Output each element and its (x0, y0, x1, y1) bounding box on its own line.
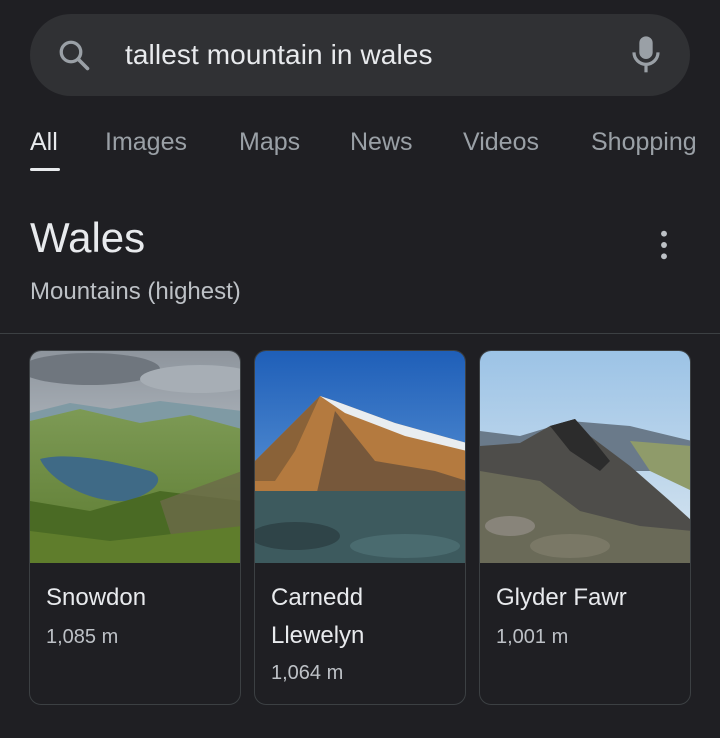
tab-active-indicator (30, 168, 60, 171)
divider (0, 333, 720, 334)
tab-videos[interactable]: Videos (463, 128, 539, 157)
mountain-name: Glyder Fawr (496, 584, 627, 611)
carnedd-llewelyn-image (255, 351, 465, 563)
search-bar[interactable]: tallest mountain in wales (30, 14, 690, 96)
search-icon[interactable] (56, 37, 92, 73)
tab-images[interactable]: Images (105, 128, 187, 157)
mic-icon[interactable] (630, 35, 662, 75)
search-tabs: All Images Maps News Videos Shopping (0, 120, 720, 180)
entity-title: Wales (30, 214, 146, 261)
mountain-height: 1,064 m (271, 662, 344, 684)
snowdon-image (30, 351, 240, 563)
mountain-height: 1,001 m (496, 626, 569, 648)
tab-news[interactable]: News (350, 128, 413, 157)
mountain-name: Carnedd Llewelyn (271, 584, 365, 649)
mountain-name: Snowdon (46, 584, 147, 611)
mountain-card-carnedd-llewelyn[interactable]: Carnedd Llewelyn 1,064 m (254, 350, 466, 705)
mountain-height: 1,085 m (46, 626, 119, 648)
mountain-card-snowdon[interactable]: Snowdon 1,085 m (29, 350, 241, 705)
entity-subtitle: Mountains (highest) (30, 278, 241, 305)
glyder-fawr-image (480, 351, 690, 563)
mountain-card-glyder-fawr[interactable]: Glyder Fawr 1,001 m (479, 350, 691, 705)
tab-maps[interactable]: Maps (239, 128, 300, 157)
tab-all[interactable]: All (30, 128, 58, 157)
more-vert-icon[interactable] (650, 228, 678, 262)
tab-shopping[interactable]: Shopping (591, 128, 697, 157)
search-input[interactable]: tallest mountain in wales (125, 39, 433, 71)
